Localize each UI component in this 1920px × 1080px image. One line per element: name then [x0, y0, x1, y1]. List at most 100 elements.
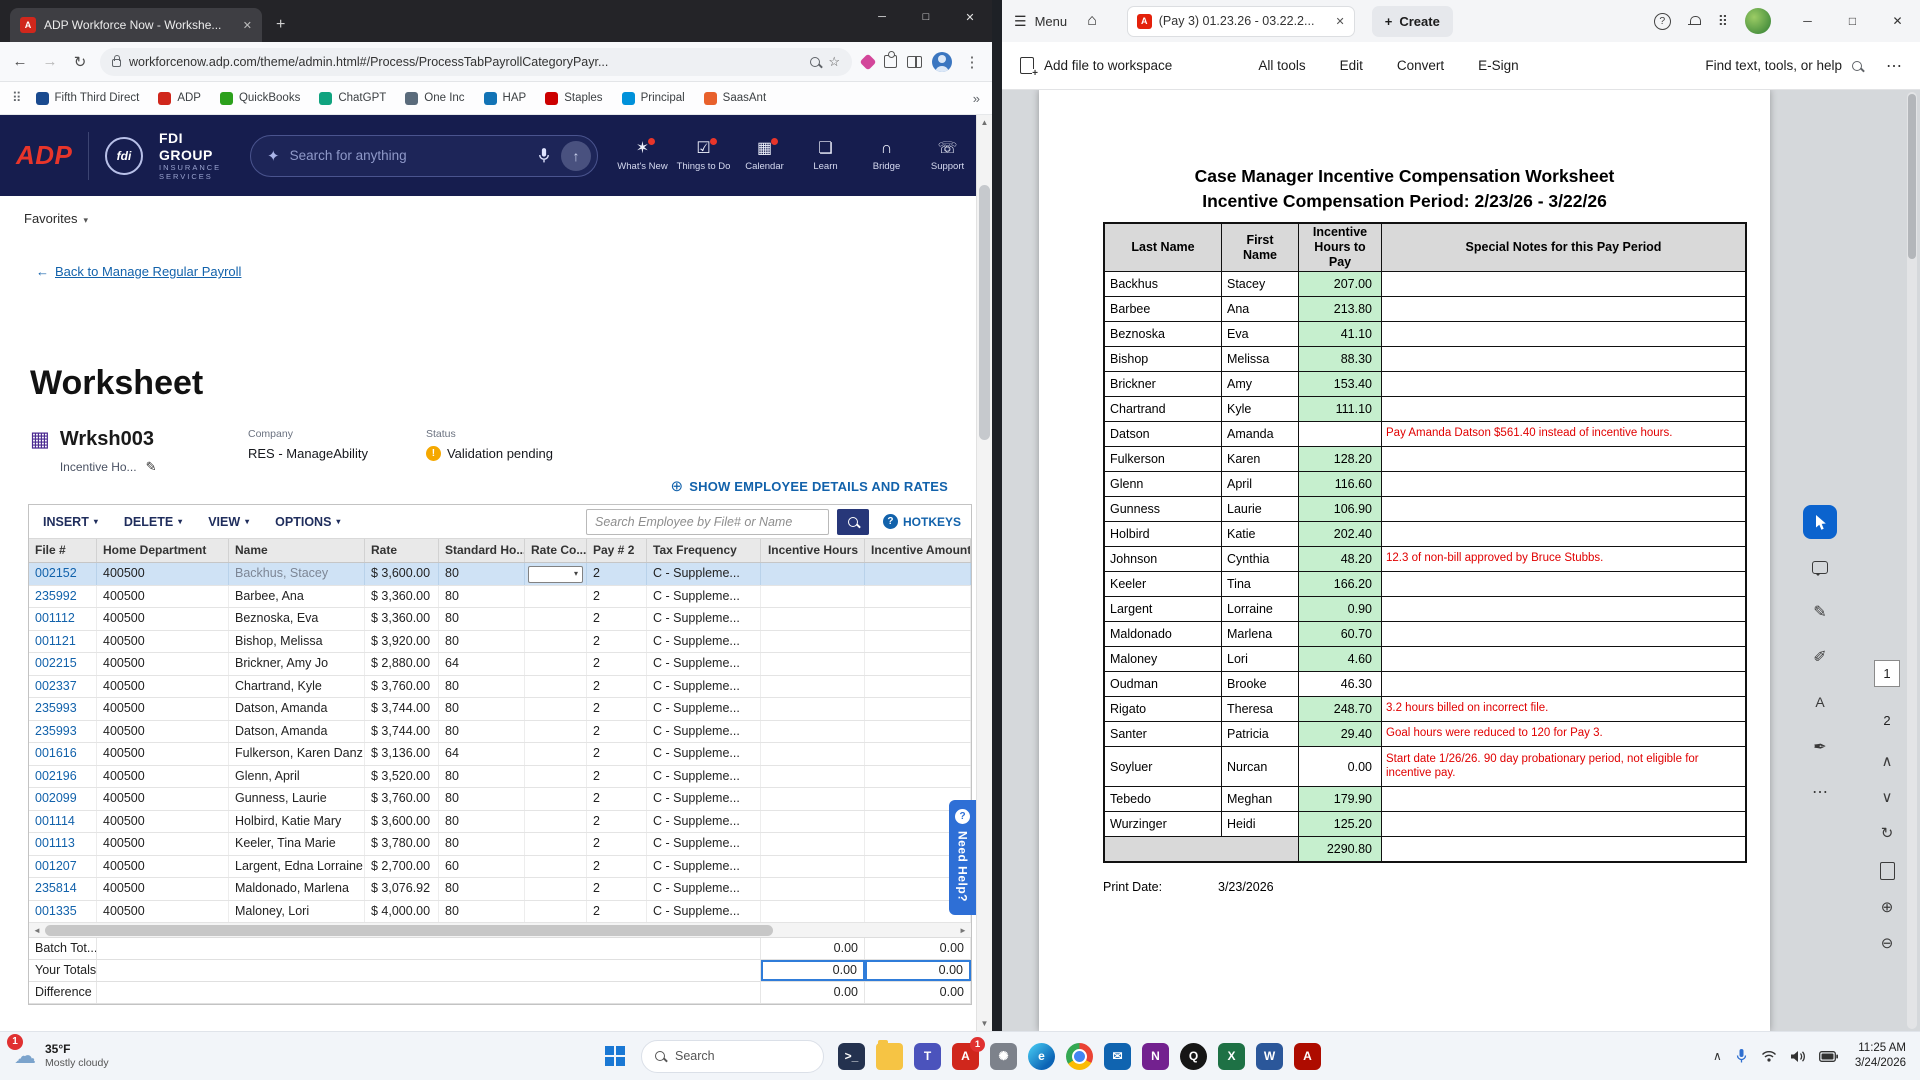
grid-menu-button[interactable]: DELETE ▾: [124, 515, 182, 529]
grid-row[interactable]: 002152 400500 Backhus, Stacey $ 3,600.00…: [29, 563, 971, 586]
incentive-amount-cell[interactable]: [865, 698, 971, 720]
scroll-down-icon[interactable]: ▼: [981, 1016, 989, 1031]
pdf-scrollbar[interactable]: [1907, 92, 1917, 1029]
toolbar-tab[interactable]: Edit: [1340, 58, 1363, 73]
file-number-link[interactable]: 235993: [29, 698, 97, 720]
taskbar-app-icon[interactable]: ✉: [1104, 1042, 1131, 1070]
grid-column-header[interactable]: Standard Ho...: [439, 539, 525, 562]
taskbar-app-icon[interactable]: W: [1256, 1042, 1283, 1070]
toolbar-tab[interactable]: All tools: [1258, 58, 1305, 73]
comment-tool-button[interactable]: [1803, 550, 1837, 584]
create-button[interactable]: + Create: [1371, 5, 1453, 37]
incentive-hours-cell[interactable]: [761, 765, 865, 787]
file-number-link[interactable]: 002196: [29, 765, 97, 787]
grid-column-header[interactable]: Pay # 2: [587, 539, 647, 562]
bookmark-item[interactable]: Fifth Third Direct: [35, 91, 139, 105]
incentive-hours-cell[interactable]: [761, 698, 865, 720]
back-icon[interactable]: ←: [10, 53, 30, 70]
bookmark-item[interactable]: SaasAnt: [703, 91, 766, 105]
bookmark-item[interactable]: Principal: [621, 91, 685, 105]
page-number-current[interactable]: 1: [1874, 660, 1900, 687]
employee-search-input[interactable]: [585, 508, 829, 535]
incentive-hours-cell[interactable]: [761, 878, 865, 900]
adp-nav-item[interactable]: ☏ Support: [919, 140, 976, 172]
new-tab-button[interactable]: +: [276, 17, 285, 33]
find-button[interactable]: Find text, tools, or help: [1705, 58, 1862, 73]
toolbar-tab[interactable]: E-Sign: [1478, 58, 1519, 73]
incentive-hours-cell[interactable]: [761, 720, 865, 742]
incentive-amount-cell[interactable]: [865, 765, 971, 787]
grid-column-header[interactable]: Rate: [365, 539, 439, 562]
bookmark-item[interactable]: ADP: [158, 91, 201, 105]
incentive-hours-cell[interactable]: [761, 833, 865, 855]
grid-row[interactable]: 002337 400500 Chartrand, Kyle $ 3,760.00…: [29, 675, 971, 698]
site-permissions-icon[interactable]: [112, 55, 121, 67]
browser-close-button[interactable]: ✕: [948, 0, 992, 34]
microphone-icon[interactable]: [537, 147, 551, 164]
file-number-link[interactable]: 001113: [29, 833, 97, 855]
scroll-right-icon[interactable]: ►: [955, 926, 971, 935]
incentive-amount-cell[interactable]: [865, 743, 971, 765]
grid-row[interactable]: 001616 400500 Fulkerson, Karen Danz $ 3,…: [29, 743, 971, 766]
scrollbar-thumb[interactable]: [1908, 94, 1916, 259]
profile-avatar[interactable]: [932, 51, 952, 72]
file-number-link[interactable]: 001121: [29, 630, 97, 652]
signature-tool-button[interactable]: ✒: [1803, 730, 1837, 764]
bookmark-item[interactable]: Staples: [545, 91, 603, 105]
grid-column-header[interactable]: Incentive Hours: [761, 539, 865, 562]
file-number-link[interactable]: 001207: [29, 855, 97, 877]
grid-menu-button[interactable]: INSERT ▾: [43, 515, 98, 529]
incentive-hours-cell[interactable]: [761, 810, 865, 832]
address-bar[interactable]: workforcenow.adp.com/theme/admin.html#/P…: [100, 47, 852, 76]
taskbar-app-icon[interactable]: [1066, 1042, 1093, 1070]
bookmarks-overflow-icon[interactable]: »: [973, 91, 980, 106]
file-number-link[interactable]: 235814: [29, 878, 97, 900]
file-number-link[interactable]: 001616: [29, 743, 97, 765]
file-number-link[interactable]: 002337: [29, 675, 97, 697]
tray-chevron-icon[interactable]: ∧: [1713, 1049, 1722, 1063]
apps-grid-icon[interactable]: ⠿: [12, 90, 22, 106]
scrollbar-thumb[interactable]: [979, 185, 990, 440]
grid-row[interactable]: 002215 400500 Brickner, Amy Jo $ 2,880.0…: [29, 653, 971, 676]
incentive-hours-cell[interactable]: [761, 608, 865, 630]
add-file-button[interactable]: Add file to workspace: [1020, 57, 1172, 79]
adp-nav-item[interactable]: ☑ Things to Do: [675, 137, 732, 172]
browser-scrollbar[interactable]: ▲ ▼: [976, 115, 992, 1031]
grid-menu-button[interactable]: VIEW ▾: [208, 515, 249, 529]
grid-column-header[interactable]: Rate Co...: [525, 539, 587, 562]
fit-page-icon[interactable]: [1879, 862, 1895, 880]
more-tools-button[interactable]: ⋯: [1803, 775, 1837, 809]
incentive-hours-cell[interactable]: [761, 900, 865, 922]
incentive-amount-cell[interactable]: [865, 653, 971, 675]
incentive-amount-cell[interactable]: [865, 608, 971, 630]
file-number-link[interactable]: 001112: [29, 608, 97, 630]
hotkeys-link[interactable]: ? HOTKEYS: [882, 514, 961, 529]
home-icon[interactable]: ⌂: [1087, 12, 1097, 30]
bookmark-item[interactable]: HAP: [483, 91, 526, 105]
incentive-hours-cell[interactable]: [761, 788, 865, 810]
taskbar-app-icon[interactable]: A: [1294, 1042, 1321, 1070]
taskbar-search[interactable]: Search: [641, 1039, 824, 1073]
bookmark-item[interactable]: ChatGPT: [319, 91, 386, 105]
adp-nav-item[interactable]: ∩ Bridge: [858, 140, 915, 172]
file-number-link[interactable]: 002215: [29, 653, 97, 675]
next-page-icon[interactable]: ∨: [1882, 790, 1893, 806]
apps-grid-icon[interactable]: ⠿: [1718, 13, 1728, 30]
employee-search-button[interactable]: [836, 508, 869, 535]
grid-menu-button[interactable]: OPTIONS ▾: [275, 515, 340, 529]
file-number-link[interactable]: 001335: [29, 900, 97, 922]
scroll-up-icon[interactable]: ▲: [981, 115, 989, 130]
bookmark-star-icon[interactable]: ☆: [828, 54, 840, 70]
taskbar-app-icon[interactable]: ✺: [990, 1042, 1017, 1070]
grid-column-header[interactable]: Incentive Amount: [865, 539, 971, 562]
grid-row[interactable]: 001207 400500 Largent, Edna Lorraine $ 2…: [29, 855, 971, 878]
more-tools-icon[interactable]: ⋯: [1886, 56, 1902, 76]
grid-row[interactable]: 002196 400500 Glenn, April $ 3,520.00 80…: [29, 765, 971, 788]
incentive-hours-cell[interactable]: [761, 743, 865, 765]
incentive-hours-cell[interactable]: [761, 630, 865, 652]
incentive-amount-cell[interactable]: [865, 585, 971, 607]
extensions-puzzle-icon[interactable]: [884, 51, 897, 68]
toolbar-tab[interactable]: Convert: [1397, 58, 1444, 73]
document-tab[interactable]: A (Pay 3) 01.23.26 - 03.22.2... ✕: [1126, 5, 1355, 37]
grid-row[interactable]: 235993 400500 Datson, Amanda $ 3,744.00 …: [29, 720, 971, 743]
